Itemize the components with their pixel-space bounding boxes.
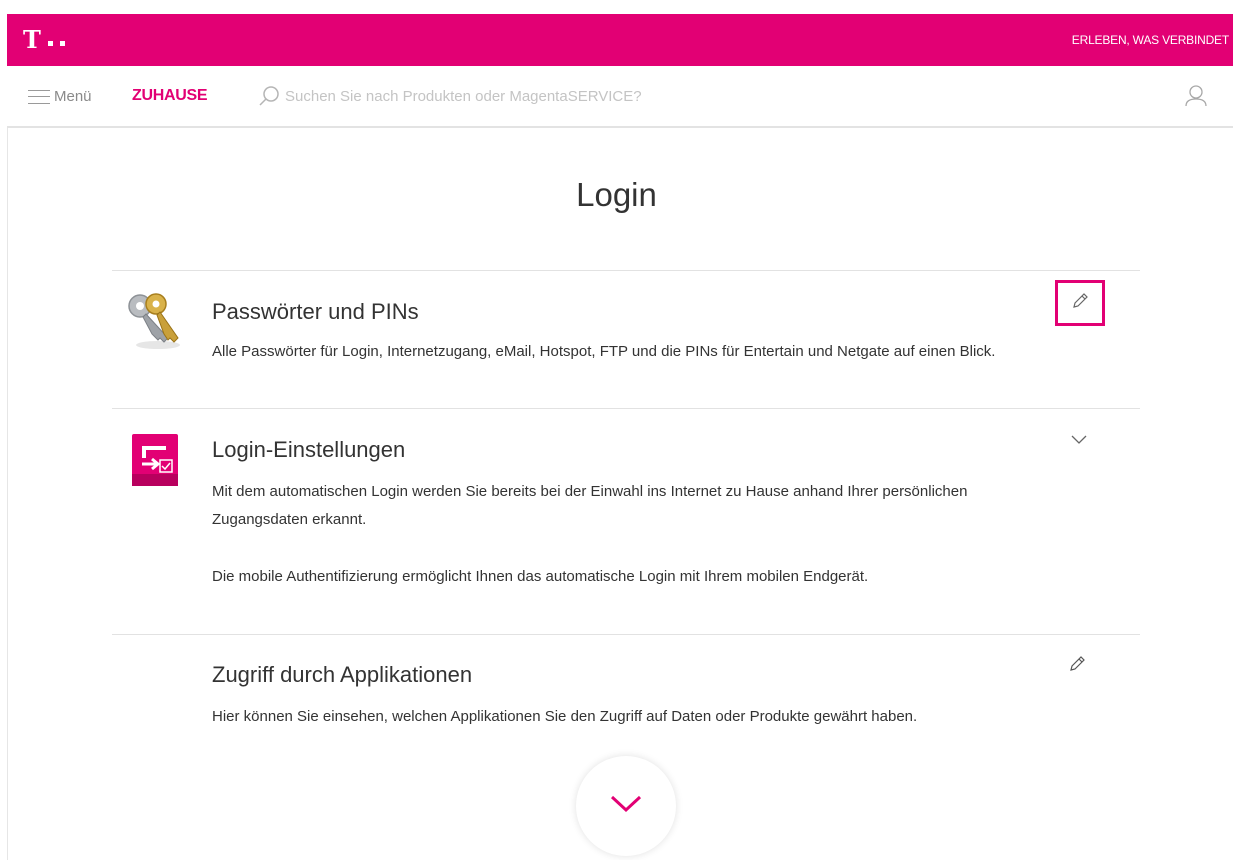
page-left-border [7, 128, 8, 860]
search-input[interactable] [285, 84, 905, 108]
item-desc-login-settings: Mit dem automatischen Login werden Sie b… [212, 483, 968, 528]
telekom-logo[interactable]: T [23, 28, 65, 52]
telekom-t-icon: T [23, 25, 41, 54]
page-title: Login [576, 176, 657, 213]
hamburger-icon [28, 89, 50, 104]
user-icon[interactable] [1183, 83, 1209, 114]
item-desc-login-settings-mobile: Die mobile Authentifizierung ermöglicht … [212, 568, 869, 585]
item-title-app-access: Zugriff durch Applikationen [212, 662, 473, 687]
pencil-icon [1071, 292, 1089, 315]
scroll-down-button[interactable] [576, 756, 676, 856]
nav-link-zuhause[interactable]: ZUHAUSE [132, 87, 208, 105]
search-icon[interactable] [257, 84, 281, 113]
menu-button[interactable]: Menü [28, 88, 92, 105]
edit-passwords-button[interactable] [1055, 280, 1105, 326]
item-desc-app-access: Hier können Sie einsehen, welchen Applik… [212, 708, 918, 725]
menu-label: Menü [54, 88, 92, 105]
logo-dot [59, 40, 65, 46]
login-settings-icon [132, 434, 178, 486]
top-brand-bar: T ERLEBEN, WAS VERBINDET [7, 14, 1233, 66]
item-desc-passwords: Alle Passwörter für Login, Internetzugan… [212, 343, 996, 360]
item-title-login-settings: Login-Einstellungen [212, 437, 406, 462]
brand-slogan: ERLEBEN, WAS VERBINDET [1071, 33, 1229, 47]
divider [112, 270, 1140, 271]
divider [112, 634, 1140, 635]
item-title-passwords: Passwörter und PINs [212, 299, 419, 324]
logo-dot [47, 40, 53, 46]
keys-icon [122, 290, 188, 357]
nav-bar: Menü ZUHAUSE [7, 66, 1233, 128]
chevron-down-icon[interactable] [1070, 433, 1088, 451]
chevron-down-icon [609, 794, 643, 819]
divider [112, 408, 1140, 409]
pencil-icon[interactable] [1068, 655, 1086, 678]
